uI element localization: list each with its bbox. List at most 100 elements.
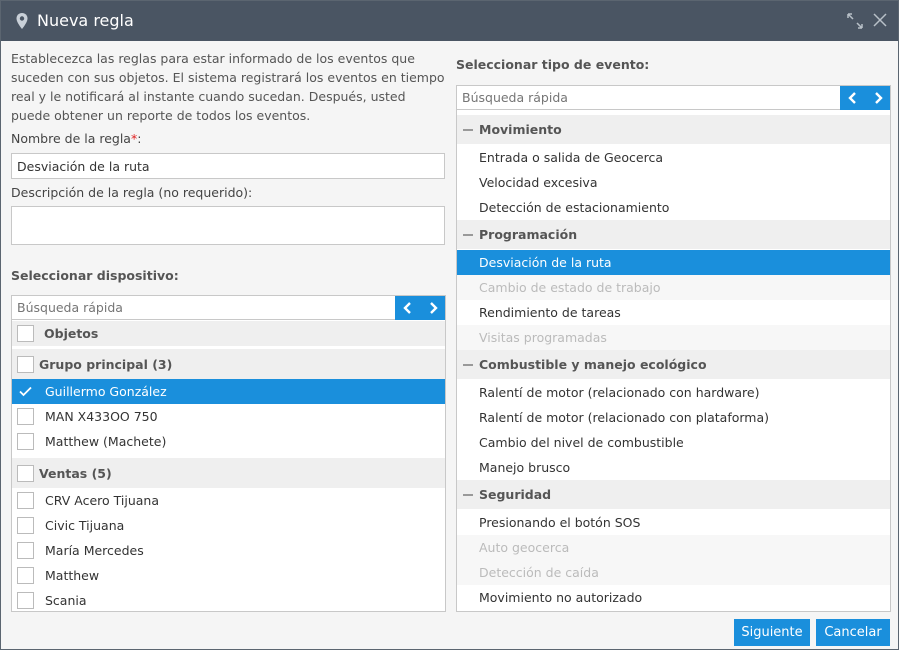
select-all-checkbox[interactable] <box>17 325 34 342</box>
event-group-label: Movimiento <box>479 122 562 137</box>
event-type-row[interactable]: Ralentí de motor (relacionado con hardwa… <box>457 380 890 405</box>
rule-description-label: Descripción de la regla (no requerido): <box>11 185 253 200</box>
device-label: María Mercedes <box>45 543 144 558</box>
new-rule-dialog: Nueva regla Establecezca las reglas para… <box>0 0 899 650</box>
event-type-row[interactable]: Presionando el botón SOS <box>457 510 890 535</box>
event-group-row[interactable]: Combustible y manejo ecológico <box>457 350 890 379</box>
select-event-title: Seleccionar tipo de evento: <box>456 57 650 72</box>
device-label: Matthew <box>45 568 100 583</box>
device-row[interactable]: CRV Acero Tijuana <box>12 488 445 513</box>
device-row[interactable]: Matthew (Machete) <box>12 429 445 454</box>
event-type-panel: Movimiento Entrada o salida de Geocerca Ve… <box>456 85 891 612</box>
device-label: Civic Tijuana <box>45 518 125 533</box>
required-mark: * <box>130 131 138 146</box>
device-row[interactable]: Civic Tijuana <box>12 513 445 538</box>
event-type-row[interactable]: Cambio del nivel de combustible <box>457 430 890 455</box>
device-checkbox[interactable] <box>17 542 34 559</box>
event-type-row: Auto geocerca <box>457 535 890 560</box>
event-prev-button[interactable] <box>840 86 865 110</box>
device-row[interactable]: MAN X433OO 750 <box>12 404 445 429</box>
device-prev-button[interactable] <box>395 296 420 320</box>
device-label: Scania <box>45 593 87 608</box>
event-type-label: Rendimiento de tareas <box>479 305 621 320</box>
event-group-row[interactable]: Movimiento <box>457 115 890 144</box>
chevron-right-icon <box>429 302 438 314</box>
collapse-icon[interactable] <box>463 490 473 500</box>
event-type-label: Ralentí de motor (relacionado con plataf… <box>479 410 770 425</box>
event-type-row: Detección de caída <box>457 560 890 585</box>
event-group-label: Seguridad <box>479 487 552 502</box>
event-type-row[interactable]: Detección de estacionamiento <box>457 195 890 220</box>
event-type-row[interactable]: Velocidad excesiva <box>457 170 890 195</box>
event-type-row[interactable]: Desviación de la ruta <box>457 250 890 275</box>
device-list-panel: Objetos Grupo principal (3) Guillermo Gonz… <box>11 295 446 612</box>
collapse-icon[interactable] <box>463 230 473 240</box>
device-label: Matthew (Machete) <box>45 434 167 449</box>
dialog-title: Nueva regla <box>37 11 134 30</box>
event-search-input[interactable] <box>457 86 842 109</box>
device-group-label: Grupo principal (3) <box>39 356 173 372</box>
event-type-label: Detección de caída <box>479 565 599 580</box>
device-next-button[interactable] <box>420 296 445 320</box>
intro-text: Establecezca las reglas para estar infor… <box>11 51 445 123</box>
device-row[interactable]: Matthew <box>12 563 445 588</box>
collapse-icon[interactable] <box>463 125 473 135</box>
maximize-icon[interactable] <box>847 13 863 29</box>
event-type-row[interactable]: Entrada o salida de Geocerca <box>457 145 890 170</box>
rule-name-label-text: Nombre de la regla <box>11 131 131 146</box>
device-checkbox[interactable] <box>17 567 34 584</box>
device-row[interactable]: Scania <box>12 588 445 611</box>
collapse-icon[interactable] <box>463 360 473 370</box>
device-nav-buttons <box>395 296 445 320</box>
device-checkbox[interactable] <box>17 517 34 534</box>
device-search-row <box>12 296 445 320</box>
objects-header-label: Objetos <box>44 326 99 341</box>
event-type-label: Ralentí de motor (relacionado con hardwa… <box>479 385 760 400</box>
device-group-row[interactable]: Grupo principal (3) <box>12 349 445 379</box>
group-checkbox[interactable] <box>17 355 34 373</box>
rule-name-input[interactable] <box>11 153 445 179</box>
device-group-row[interactable]: Ventas (5) <box>12 458 445 488</box>
next-button[interactable]: Siguiente <box>734 619 810 646</box>
device-row[interactable]: Guillermo González <box>12 379 445 404</box>
device-row[interactable]: María Mercedes <box>12 538 445 563</box>
event-type-label: Visitas programadas <box>479 330 607 345</box>
event-type-label: Cambio de estado de trabajo <box>479 280 661 295</box>
group-checkbox[interactable] <box>17 464 34 482</box>
device-checkbox[interactable] <box>17 492 34 509</box>
event-group-row[interactable]: Programación <box>457 220 890 249</box>
event-type-label: Detección de estacionamiento <box>479 200 670 215</box>
close-icon[interactable] <box>873 13 887 27</box>
rule-description-input[interactable] <box>11 206 445 245</box>
event-group-row[interactable]: Seguridad <box>457 480 890 509</box>
event-type-label: Entrada o salida de Geocerca <box>479 150 663 165</box>
device-checkbox[interactable] <box>17 408 34 425</box>
chevron-right-icon <box>874 92 883 104</box>
chevron-left-icon <box>402 302 411 314</box>
event-type-row: Cambio de estado de trabajo <box>457 275 890 300</box>
event-type-row[interactable]: Ralentí de motor (relacionado con plataf… <box>457 405 890 430</box>
event-type-label: Desviación de la ruta <box>479 255 612 270</box>
event-type-row[interactable]: Rendimiento de tareas <box>457 300 890 325</box>
device-label: CRV Acero Tijuana <box>45 493 159 508</box>
event-type-label: Velocidad excesiva <box>479 175 598 190</box>
chevron-left-icon <box>847 92 856 104</box>
event-nav-buttons <box>840 86 890 110</box>
device-list-header: Objetos <box>12 321 445 346</box>
event-type-label: Presionando el botón SOS <box>479 515 641 530</box>
device-checkbox[interactable] <box>17 433 34 450</box>
event-type-label: Auto geocerca <box>479 540 570 555</box>
event-next-button[interactable] <box>865 86 890 110</box>
device-search-input[interactable] <box>12 296 397 319</box>
event-group-label: Programación <box>479 227 578 242</box>
device-label: Guillermo González <box>45 384 167 399</box>
event-type-row[interactable]: Manejo brusco <box>457 455 890 480</box>
cancel-button[interactable]: Cancelar <box>816 619 890 646</box>
event-type-label: Manejo brusco <box>479 460 571 475</box>
event-type-label: Cambio del nivel de combustible <box>479 435 684 450</box>
device-checkbox[interactable] <box>17 592 34 609</box>
map-pin-icon <box>16 13 28 29</box>
event-type-row[interactable]: Movimiento no autorizado <box>457 585 890 610</box>
device-label: MAN X433OO 750 <box>45 409 158 424</box>
event-group-label: Combustible y manejo ecológico <box>479 357 707 372</box>
